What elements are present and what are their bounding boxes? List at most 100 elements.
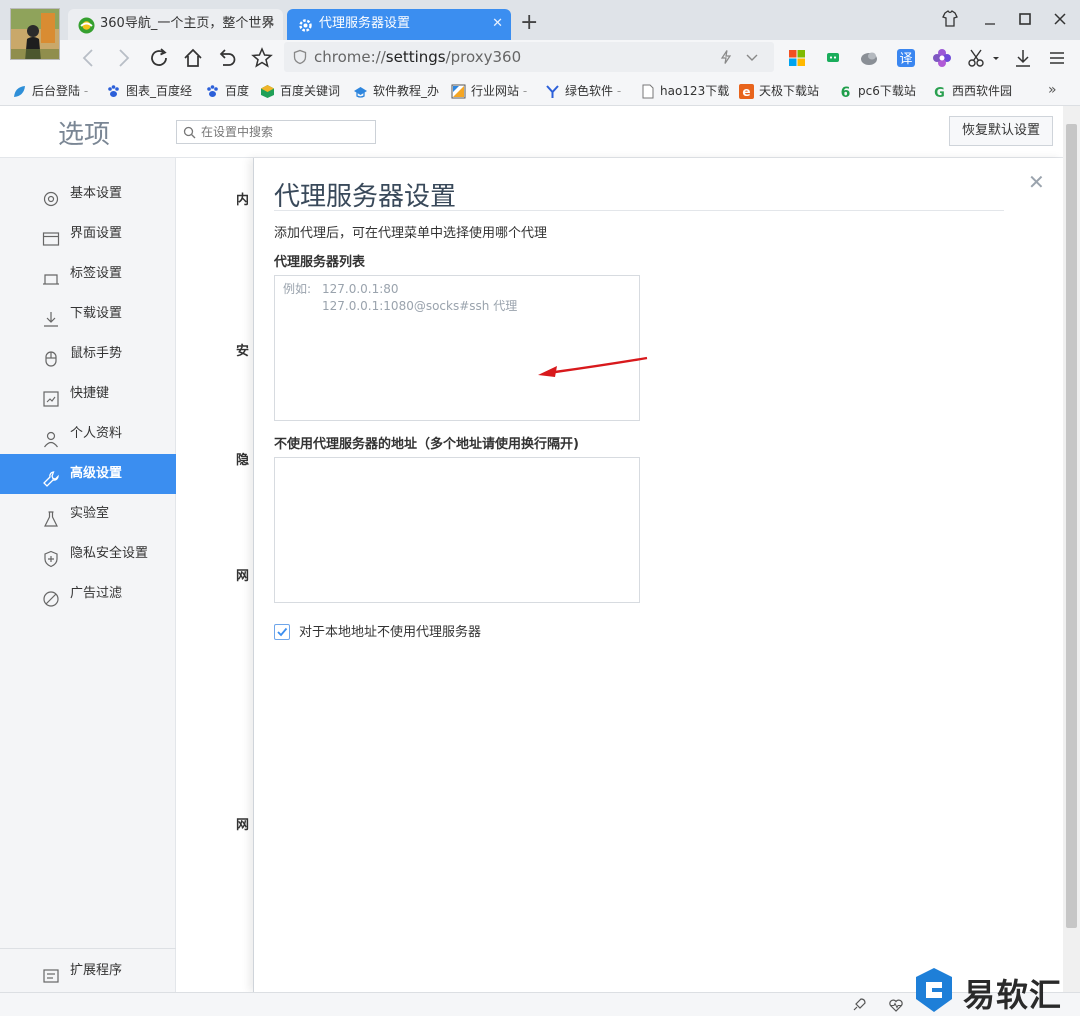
bookmarks-more-icon[interactable]: » bbox=[1048, 82, 1057, 98]
gear-icon bbox=[42, 185, 60, 207]
sidebar-item-adblock[interactable]: 广告过滤 bbox=[0, 574, 176, 614]
keyboard-icon bbox=[42, 385, 60, 407]
search-input[interactable] bbox=[201, 123, 371, 141]
shirt-skin-icon[interactable] bbox=[937, 6, 963, 32]
proxy-list-label: 代理服务器列表 bbox=[274, 255, 366, 270]
bookmark-item[interactable]: 百度关键词 bbox=[260, 82, 340, 100]
download-icon[interactable] bbox=[1012, 47, 1034, 69]
flower-icon[interactable] bbox=[931, 47, 953, 69]
tab-360-nav[interactable]: 360导航_一个主页，整个世界 ✕ bbox=[68, 9, 283, 40]
gear-icon bbox=[297, 16, 314, 33]
section-heading: 安 bbox=[236, 344, 250, 359]
scrollbar-thumb[interactable] bbox=[1066, 124, 1077, 928]
close-icon[interactable]: ✕ bbox=[1028, 170, 1045, 194]
bookmark-item[interactable]: e 天极下载站 bbox=[739, 82, 819, 100]
svg-text:译: 译 bbox=[899, 52, 912, 67]
bookmark-item[interactable]: hao123下载 bbox=[640, 82, 729, 100]
leaf-icon bbox=[12, 84, 27, 99]
dropdown-caret-icon[interactable] bbox=[990, 47, 1002, 69]
menu-icon[interactable] bbox=[1046, 47, 1068, 69]
sidebar-item-tabs[interactable]: 标签设置 bbox=[0, 254, 176, 294]
close-icon[interactable]: ✕ bbox=[264, 9, 275, 39]
back-icon[interactable] bbox=[76, 45, 102, 71]
bookmarks-bar: 后台登陆 - 图表_百度经 百度 百度关键词 软件教程_办 行业网站 - 绿色软… bbox=[0, 76, 1080, 106]
cloud-icon[interactable] bbox=[858, 47, 880, 69]
translate-icon[interactable]: 译 bbox=[895, 47, 917, 69]
toolbar: chrome://settings/proxy360 译 bbox=[0, 40, 1080, 76]
chat-icon[interactable] bbox=[822, 47, 844, 69]
reload-icon[interactable] bbox=[146, 45, 172, 71]
section-heading: 网 bbox=[236, 569, 250, 584]
360-logo-icon bbox=[78, 16, 95, 34]
sidebar-item-profile[interactable]: 个人资料 bbox=[0, 414, 176, 454]
block-icon bbox=[42, 585, 60, 607]
g-icon: G bbox=[932, 84, 947, 101]
bookmark-item[interactable]: 图表_百度经 bbox=[106, 82, 192, 100]
close-window-icon[interactable] bbox=[1047, 6, 1073, 32]
hat-icon bbox=[353, 84, 368, 99]
person-icon bbox=[42, 425, 60, 448]
avatar[interactable] bbox=[10, 8, 60, 60]
svg-text:G: G bbox=[934, 86, 945, 99]
sidebar-item-extensions[interactable]: 扩展程序 bbox=[0, 951, 176, 991]
lightning-icon[interactable] bbox=[718, 49, 734, 69]
bookmark-item[interactable]: 行业网站 - bbox=[451, 82, 527, 100]
bookmark-star-icon[interactable] bbox=[249, 45, 275, 71]
scissors-icon[interactable] bbox=[966, 47, 988, 69]
tab-strip: 360导航_一个主页，整个世界 ✕ 代理服务器设置 ✕ + bbox=[0, 0, 1080, 60]
sidebar-item-basic[interactable]: 基本设置 bbox=[0, 174, 176, 214]
watermark-logo: 易软汇 bbox=[912, 964, 1080, 1016]
new-tab-button[interactable]: + bbox=[520, 10, 538, 36]
bookmark-item[interactable]: 软件教程_办 bbox=[353, 82, 439, 100]
close-icon[interactable]: ✕ bbox=[492, 9, 503, 39]
rocket-icon[interactable] bbox=[851, 997, 867, 1013]
svg-text:6: 6 bbox=[841, 85, 851, 99]
tab-title: 代理服务器设置 bbox=[319, 16, 411, 31]
bypass-list-input[interactable] bbox=[274, 457, 640, 603]
restore-defaults-button[interactable]: 恢复默认设置 bbox=[949, 116, 1053, 146]
tab-title: 360导航_一个主页，整个世界 bbox=[100, 16, 275, 31]
sidebar-item-shortcuts[interactable]: 快捷键 bbox=[0, 374, 176, 414]
flag-icon bbox=[451, 84, 466, 99]
e-icon: e bbox=[739, 84, 754, 99]
sidebar-item-lab[interactable]: 实验室 bbox=[0, 494, 176, 534]
maximize-icon[interactable] bbox=[1012, 6, 1038, 32]
page-title: 选项 bbox=[58, 120, 111, 150]
bookmark-item[interactable]: G 西西软件园 bbox=[932, 82, 1012, 101]
sidebar-item-download[interactable]: 下载设置 bbox=[0, 294, 176, 334]
sidebar-item-privacy[interactable]: 隐私安全设置 bbox=[0, 534, 176, 574]
tab-proxy-settings[interactable]: 代理服务器设置 ✕ bbox=[287, 9, 511, 40]
sidebar-item-advanced[interactable]: 高级设置 bbox=[0, 454, 183, 494]
forward-icon[interactable] bbox=[110, 45, 136, 71]
minimize-icon[interactable] bbox=[977, 6, 1003, 32]
divider bbox=[274, 210, 1004, 211]
sidebar-item-interface[interactable]: 界面设置 bbox=[0, 214, 176, 254]
settings-header: 选项 恢复默认设置 bbox=[0, 106, 1063, 158]
mouse-icon bbox=[42, 345, 60, 367]
windows-apps-icon[interactable] bbox=[786, 47, 808, 69]
six-icon: 6 bbox=[838, 84, 853, 101]
cube-icon bbox=[260, 84, 275, 99]
chevron-down-icon[interactable] bbox=[744, 49, 760, 69]
heart-pulse-icon[interactable] bbox=[888, 997, 904, 1013]
undo-icon[interactable] bbox=[214, 45, 240, 71]
bookmark-item[interactable]: 后台登陆 - bbox=[12, 82, 88, 100]
bookmark-item[interactable]: 绿色软件 - bbox=[545, 82, 621, 100]
annotation-arrow bbox=[535, 353, 651, 385]
bookmark-item[interactable]: 6 pc6下载站 bbox=[838, 82, 916, 101]
home-icon[interactable] bbox=[180, 45, 206, 71]
paw-icon bbox=[106, 84, 121, 99]
shield-icon bbox=[292, 49, 308, 69]
sidebar-item-mouse[interactable]: 鼠标手势 bbox=[0, 334, 176, 374]
bookmark-item[interactable]: 百度 bbox=[205, 82, 249, 100]
flask-icon bbox=[42, 505, 60, 527]
settings-search[interactable] bbox=[176, 120, 376, 144]
extension-icon bbox=[42, 962, 60, 983]
url-text: chrome://settings/proxy360 bbox=[314, 48, 522, 66]
address-bar[interactable]: chrome://settings/proxy360 bbox=[284, 42, 774, 72]
paw-icon bbox=[205, 84, 220, 99]
wrench-icon bbox=[42, 465, 60, 487]
section-heading: 隐 bbox=[236, 453, 250, 468]
local-bypass-checkbox[interactable] bbox=[274, 624, 290, 640]
window-icon bbox=[42, 225, 60, 246]
